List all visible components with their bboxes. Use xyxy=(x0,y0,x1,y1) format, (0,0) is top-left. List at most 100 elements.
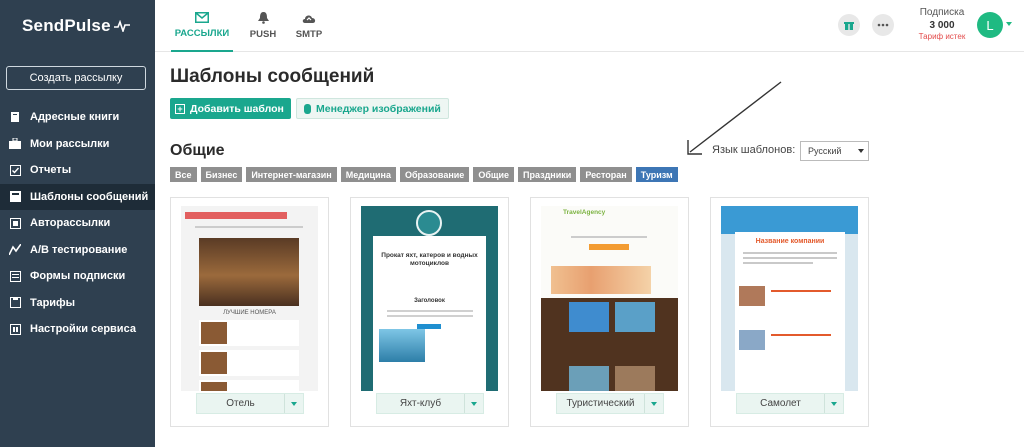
cloud-upload-icon xyxy=(302,14,316,23)
subscription-info[interactable]: Подписка 3 000 Тариф истек xyxy=(912,7,972,42)
thumbnail-room-row xyxy=(199,350,299,376)
add-template-label: Добавить шаблон xyxy=(190,102,284,115)
template-dropdown-toggle[interactable] xyxy=(644,394,663,413)
template-select-hotel[interactable]: Отель xyxy=(196,393,304,414)
template-dropdown-toggle[interactable] xyxy=(824,394,843,413)
thumbnail-text-line xyxy=(743,252,837,254)
thumbnail-text-line xyxy=(387,315,473,317)
category-education[interactable]: Образование xyxy=(400,167,470,182)
template-icon xyxy=(9,191,21,203)
checkbox-icon xyxy=(9,164,21,176)
thumbnail-room-row xyxy=(199,380,299,391)
sidebar-menu: Адресные книги Мои рассылки Отчеты Шабло… xyxy=(0,104,155,343)
sidebar-item-pricing[interactable]: Тарифы xyxy=(0,290,155,317)
category-restaurant[interactable]: Ресторан xyxy=(580,167,632,182)
template-thumbnail[interactable]: Прокат яхт, катеров и водных мотоциклов … xyxy=(361,206,498,391)
language-select[interactable]: Русский xyxy=(800,141,869,161)
subscription-label: Подписка xyxy=(919,7,965,18)
template-thumbnail[interactable]: TravelAgency xyxy=(541,206,678,391)
template-dropdown-toggle[interactable] xyxy=(284,394,303,413)
category-general[interactable]: Общие xyxy=(473,167,515,182)
template-card-hotel[interactable]: ЛУЧШИЕ НОМЕРА Отель xyxy=(170,197,329,427)
logo-text: SendPulse xyxy=(22,16,111,35)
template-card-airplane[interactable]: Название компании Самолет xyxy=(710,197,869,427)
mail-icon xyxy=(195,11,209,23)
destination-image xyxy=(569,366,609,391)
city-image xyxy=(739,330,765,350)
sidebar-item-my-campaigns[interactable]: Мои рассылки xyxy=(0,131,155,158)
template-card-travel[interactable]: TravelAgency Туристический xyxy=(530,197,689,427)
sidebar-item-address-books[interactable]: Адресные книги xyxy=(0,104,155,131)
tab-label: РАССЫЛКИ xyxy=(174,27,230,39)
thumbnail-price-line xyxy=(771,334,831,336)
template-select-travel[interactable]: Туристический xyxy=(556,393,664,414)
yacht-club-logo xyxy=(416,210,442,236)
category-business[interactable]: Бизнес xyxy=(200,167,243,182)
book-icon xyxy=(9,111,21,123)
template-card-yacht-club[interactable]: Прокат яхт, катеров и водных мотоциклов … xyxy=(350,197,509,427)
sidebar-item-label: Мои рассылки xyxy=(30,137,110,150)
category-holidays[interactable]: Праздники xyxy=(518,167,577,182)
sidebar-item-label: Отчеты xyxy=(30,164,72,177)
jet-ski-image xyxy=(379,329,425,362)
sidebar-item-automation[interactable]: Авторассылки xyxy=(0,210,155,237)
thumbnail-brand: TravelAgency xyxy=(563,209,606,216)
tab-smtp[interactable]: SMTP xyxy=(291,0,327,52)
subscription-status: Тариф истек xyxy=(918,32,966,41)
thumbnail-nav-line xyxy=(195,226,303,228)
template-thumbnail[interactable]: ЛУЧШИЕ НОМЕРА xyxy=(181,206,318,391)
template-select-yacht-club[interactable]: Яхт-клуб xyxy=(376,393,484,414)
template-thumbnail[interactable]: Название компании xyxy=(721,206,858,391)
more-button[interactable] xyxy=(872,14,894,36)
gift-button[interactable] xyxy=(838,14,860,36)
thumbnail-text-line xyxy=(571,236,647,238)
thumbnail-heading: Заголовок xyxy=(414,298,445,304)
pulse-icon xyxy=(113,20,130,32)
template-select-airplane[interactable]: Самолет xyxy=(736,393,844,414)
thumbnail-header-bar xyxy=(185,212,287,219)
create-campaign-button[interactable]: Создать рассылку xyxy=(6,66,146,90)
thumbnail-button xyxy=(589,244,629,250)
template-name: Самолет xyxy=(760,398,801,409)
plus-icon: + xyxy=(175,103,185,114)
top-bar: РАССЫЛКИ PUSH SMTP Подписка 3 000 Тариф … xyxy=(155,0,1024,52)
category-medicine[interactable]: Медицина xyxy=(340,167,396,182)
image-manager-button[interactable]: Менеджер изображений xyxy=(296,98,449,119)
category-filter: Все Бизнес Интернет-магазин Медицина Обр… xyxy=(170,167,682,182)
chevron-down-icon xyxy=(471,401,477,406)
sidebar-item-ab-testing[interactable]: A/B тестирование xyxy=(0,237,155,264)
logo[interactable]: SendPulse xyxy=(0,0,155,52)
chevron-down-icon[interactable] xyxy=(1006,22,1012,26)
thumbnail-panel: Прокат яхт, катеров и водных мотоциклов … xyxy=(373,236,486,391)
tab-campaigns[interactable]: РАССЫЛКИ xyxy=(171,0,233,52)
thumbnail-text-line xyxy=(387,310,473,312)
template-name: Туристический xyxy=(566,398,635,409)
sky-header-image xyxy=(721,206,858,234)
template-dropdown-toggle[interactable] xyxy=(464,394,483,413)
subscription-count: 3 000 xyxy=(929,19,955,31)
chevron-down-icon xyxy=(831,401,837,406)
chevron-down-icon xyxy=(291,401,297,406)
language-value: Русский xyxy=(808,146,842,156)
destination-image xyxy=(569,302,609,332)
form-icon xyxy=(9,270,21,282)
sidebar-item-subscription-forms[interactable]: Формы подписки xyxy=(0,263,155,290)
sidebar-item-service-settings[interactable]: Настройки сервиса xyxy=(0,316,155,343)
sidebar-item-label: A/B тестирование xyxy=(30,243,128,256)
thumbnail-title: Название компании xyxy=(755,238,825,245)
category-all[interactable]: Все xyxy=(170,167,197,182)
add-template-button[interactable]: + Добавить шаблон xyxy=(170,98,291,119)
avatar[interactable]: L xyxy=(977,12,1003,38)
sidebar-item-label: Тарифы xyxy=(30,296,76,309)
sidebar-item-reports[interactable]: Отчеты xyxy=(0,157,155,184)
sidebar-item-label: Шаблоны сообщений xyxy=(30,190,149,203)
template-name: Яхт-клуб xyxy=(399,398,442,409)
thumbnail-title: Прокат яхт, катеров и водных мотоциклов xyxy=(381,252,478,268)
database-icon xyxy=(304,103,311,114)
category-ecommerce[interactable]: Интернет-магазин xyxy=(246,167,337,182)
tab-label: SMTP xyxy=(295,28,323,40)
tab-push[interactable]: PUSH xyxy=(245,0,281,52)
category-tourism[interactable]: Туризм xyxy=(635,167,678,182)
sidebar-item-templates[interactable]: Шаблоны сообщений xyxy=(0,183,155,210)
thumbnail-section-title: ЛУЧШИЕ НОМЕРА xyxy=(223,310,276,316)
